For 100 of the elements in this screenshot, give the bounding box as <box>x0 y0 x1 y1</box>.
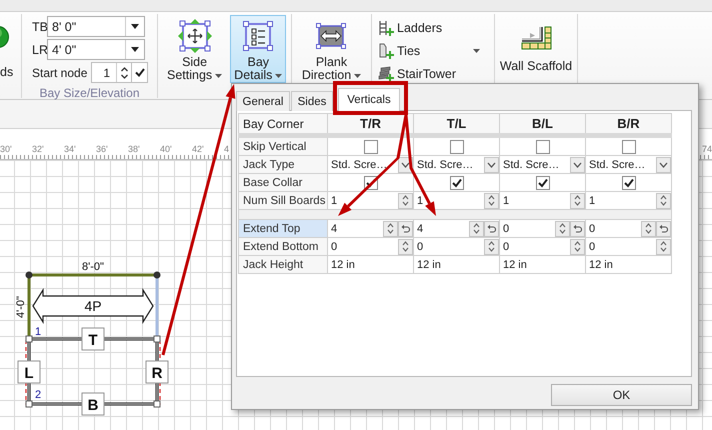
side-marker[interactable]: L <box>18 360 40 384</box>
column-header: T/L <box>414 114 500 136</box>
spin-button[interactable] <box>383 220 398 236</box>
dropdown-button[interactable] <box>656 156 671 172</box>
cell-value: 0 <box>502 240 510 252</box>
checkbox[interactable] <box>364 140 378 154</box>
cell-value: 12 in <box>502 258 528 270</box>
plank-label: 4P <box>84 298 102 314</box>
ribbon-button[interactable]: Plank Direction <box>298 15 366 83</box>
caret-icon <box>131 47 139 52</box>
cell-value: 0 <box>416 240 424 252</box>
spin-button[interactable] <box>398 238 413 254</box>
up-down-icon <box>574 194 581 207</box>
start-node-field[interactable]: 1 <box>91 62 132 83</box>
dropdown-button[interactable] <box>570 156 585 172</box>
spin-button[interactable] <box>484 238 499 254</box>
check-icon <box>134 68 144 77</box>
node-dot[interactable] <box>154 272 160 278</box>
row-label[interactable]: Base Collar <box>238 174 328 192</box>
plank-arrow[interactable] <box>32 288 154 324</box>
apply-button[interactable] <box>132 62 148 83</box>
size-combo-box[interactable]: 8' 0" <box>47 16 145 37</box>
spin-button[interactable] <box>656 238 671 254</box>
ruler-label: 74 <box>702 144 712 155</box>
row-label[interactable]: Extend Bottom <box>238 238 328 256</box>
row-label[interactable]: Extend Top <box>238 220 328 238</box>
up-down-icon <box>660 240 667 253</box>
row-label[interactable]: Num Sill Boards <box>238 192 328 210</box>
ribbon-button[interactable]: Bay Details <box>230 15 286 83</box>
reset-button[interactable] <box>570 220 585 236</box>
reset-button[interactable] <box>484 220 499 236</box>
tab[interactable]: Verticals <box>338 88 400 111</box>
spin-button[interactable] <box>484 192 499 208</box>
up-down-icon <box>559 222 566 235</box>
node-handle[interactable] <box>26 336 32 342</box>
dimension-label: 4'-0" <box>15 296 27 318</box>
wall-scaffold-button[interactable]: Wall Scaffold <box>496 15 576 83</box>
column-header: B/R <box>586 114 672 136</box>
chevron-icon <box>659 162 668 168</box>
spin-button[interactable] <box>398 192 413 208</box>
list-frame-icon <box>243 21 274 51</box>
tab[interactable]: Sides <box>291 91 333 111</box>
undo-icon <box>487 224 496 233</box>
side-marker[interactable]: B <box>82 392 104 416</box>
spin-button[interactable] <box>656 192 671 208</box>
node-handle[interactable] <box>26 400 32 408</box>
ladder-plus-icon <box>378 20 394 36</box>
chevron-icon <box>401 162 410 168</box>
reset-button[interactable] <box>656 220 671 236</box>
ok-button[interactable]: OK <box>551 384 692 406</box>
cell-value: 0 <box>502 222 510 234</box>
side-marker[interactable]: T <box>82 328 104 350</box>
spin-button[interactable] <box>555 220 570 236</box>
dimension-label: 8'-0" <box>82 261 104 273</box>
up-down-icon <box>645 222 652 235</box>
size-combo-box[interactable]: 4' 0" <box>47 39 145 60</box>
tie-plus-icon <box>378 42 394 58</box>
wall-corner-icon <box>520 26 552 50</box>
up-down-icon <box>488 194 495 207</box>
ribbon-button[interactable]: Side Settings <box>163 15 226 83</box>
ribbon-button[interactable]: Ladders <box>378 19 486 36</box>
checkbox[interactable] <box>450 176 464 190</box>
up-down-icon <box>402 240 409 253</box>
spin-button[interactable] <box>116 63 131 82</box>
ribbon-button[interactable]: StairTower <box>378 65 486 82</box>
ribbon-button[interactable]: Ties <box>378 42 486 59</box>
cell-value: Std. Scre… <box>502 158 560 170</box>
cell-value: 1 <box>416 194 424 206</box>
field-label: LR <box>32 42 47 56</box>
checkbox[interactable] <box>450 140 464 154</box>
undo-icon <box>573 224 582 233</box>
up-down-icon <box>488 240 495 253</box>
cell-value: 1 <box>330 194 338 206</box>
cell-value: 12 in <box>330 258 356 270</box>
up-down-icon <box>387 222 394 235</box>
spin-button[interactable] <box>570 192 585 208</box>
node-handle[interactable] <box>154 336 160 342</box>
dropdown-button[interactable] <box>484 156 499 172</box>
checkbox[interactable] <box>536 176 550 190</box>
row-label[interactable]: Jack Type <box>238 156 328 174</box>
chevron-icon <box>573 162 582 168</box>
cell-value: 0 <box>588 240 596 252</box>
side-marker[interactable]: R <box>146 360 168 384</box>
row-label[interactable]: Jack Height <box>238 256 328 274</box>
spin-button[interactable] <box>469 220 484 236</box>
checkbox[interactable] <box>622 140 636 154</box>
node-dot[interactable] <box>26 272 32 278</box>
column-header: B/L <box>500 114 586 136</box>
field-label: TB <box>32 20 47 34</box>
spin-button[interactable] <box>641 220 656 236</box>
button-label[interactable]: ds <box>0 65 14 79</box>
chevron-icon <box>487 162 496 168</box>
node-number: 2 <box>35 389 42 401</box>
node-handle[interactable] <box>154 400 160 408</box>
tab[interactable]: General <box>236 91 290 111</box>
cell-value: Std. Scre… <box>588 158 646 170</box>
checkbox[interactable] <box>536 140 550 154</box>
checkbox[interactable] <box>622 176 636 190</box>
reset-button[interactable] <box>398 220 413 236</box>
spin-button[interactable] <box>570 238 585 254</box>
